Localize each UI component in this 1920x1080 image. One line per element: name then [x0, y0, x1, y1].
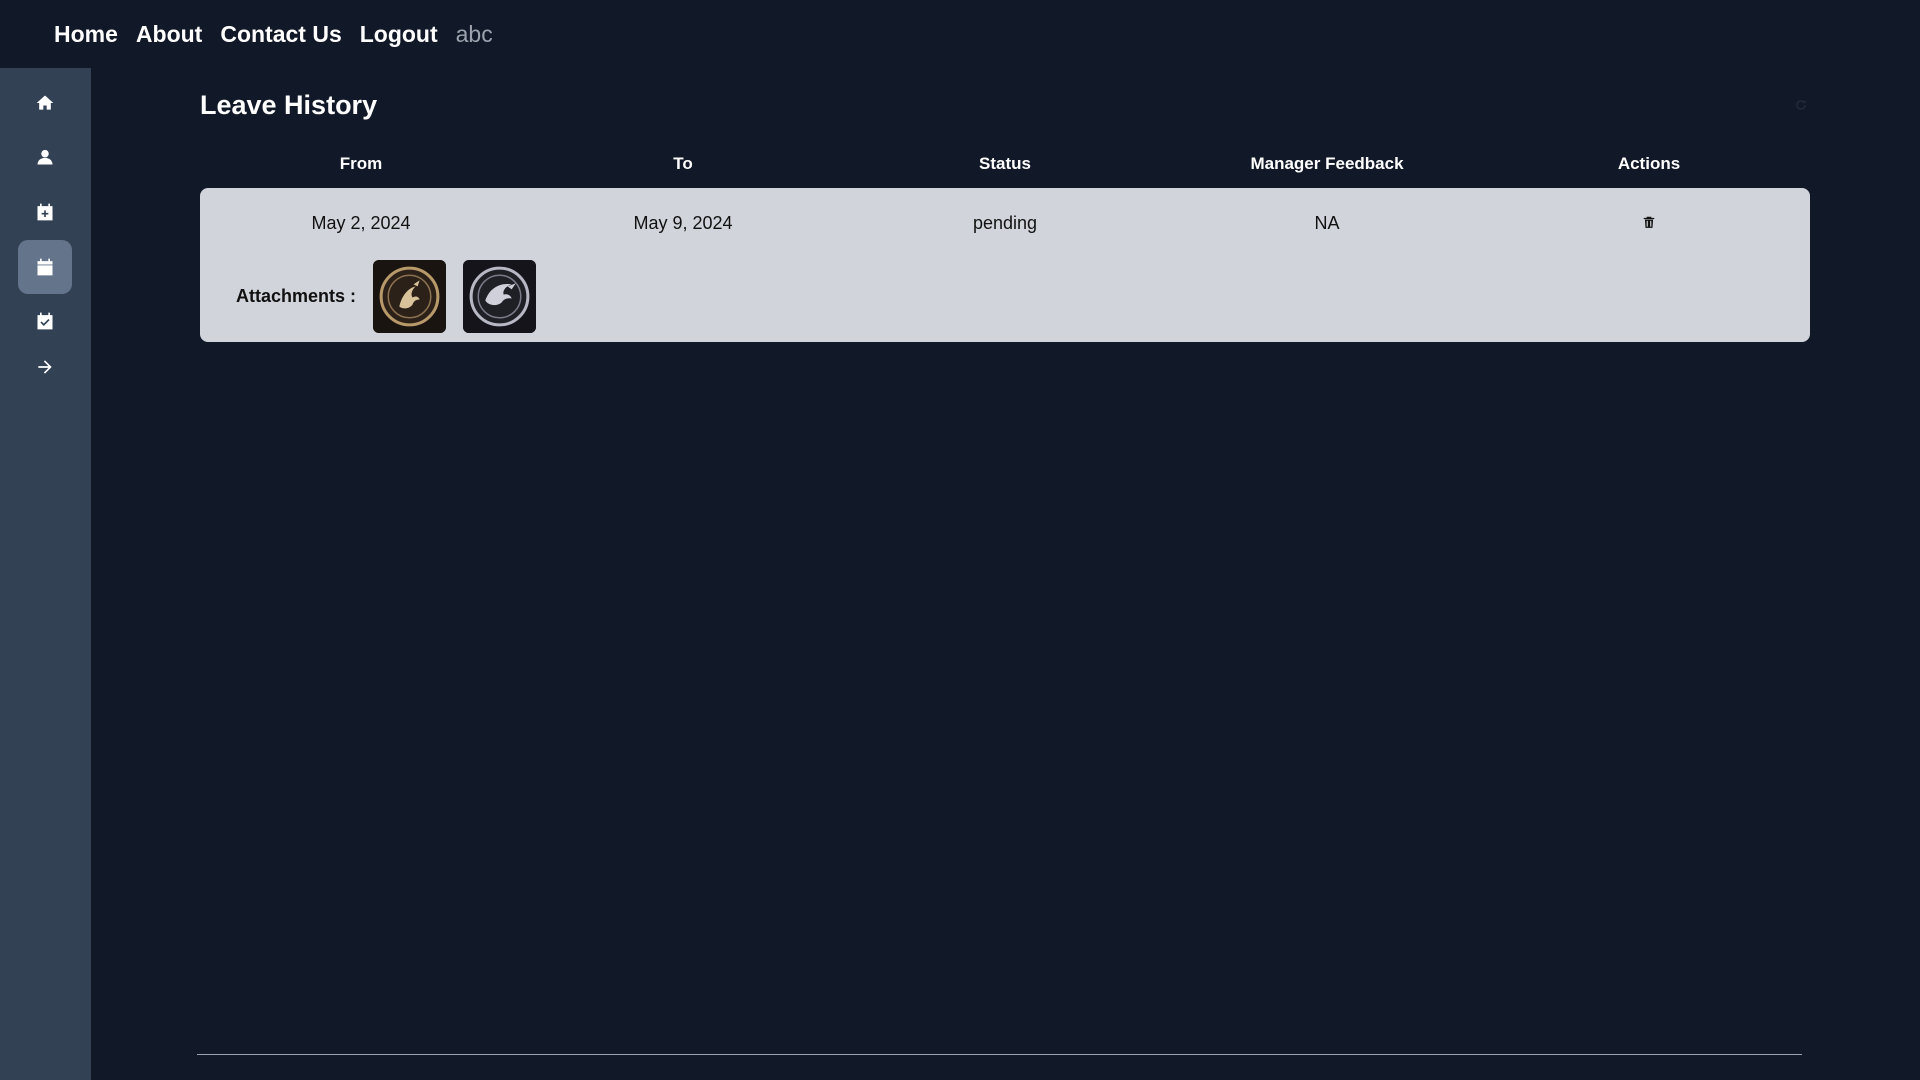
- column-header-actions: Actions: [1617, 154, 1681, 173]
- footer-divider: [197, 1054, 1802, 1055]
- leave-row: May 2, 2024 May 9, 2024 pending NA Attac…: [200, 188, 1810, 342]
- top-nav: Home About Contact Us Logout abc: [0, 0, 1920, 68]
- cell-status: pending: [972, 212, 1038, 233]
- nav-about-link[interactable]: About: [136, 21, 202, 48]
- column-header-feedback: Manager Feedback: [1250, 154, 1404, 173]
- home-icon: [36, 95, 54, 110]
- sidebar-item-apply-leave[interactable]: [18, 185, 72, 239]
- cell-from: May 2, 2024: [311, 212, 411, 233]
- refresh-button[interactable]: [1792, 96, 1810, 114]
- sidebar-item-leave-history[interactable]: [18, 240, 72, 294]
- sidebar-item-logout[interactable]: [18, 340, 72, 394]
- sidebar-item-home[interactable]: [18, 76, 72, 130]
- column-header-from: From: [339, 154, 383, 173]
- nav-logout-link[interactable]: Logout: [360, 21, 438, 48]
- main-content: Leave History From To Status Manager Fee…: [200, 68, 1810, 1080]
- attachments: Attachments :: [236, 260, 537, 333]
- nav-contact-link[interactable]: Contact Us: [220, 21, 341, 48]
- column-header-status: Status: [979, 154, 1031, 173]
- trash-icon: [1643, 216, 1655, 228]
- nav-home-link[interactable]: Home: [54, 21, 118, 48]
- sidebar: [0, 68, 91, 1080]
- calendar-icon: [37, 258, 53, 276]
- dragon-emblem-icon: [463, 260, 537, 333]
- sidebar-item-profile[interactable]: [18, 130, 72, 184]
- cell-actions: [1488, 212, 1810, 234]
- leave-row-cells: May 2, 2024 May 9, 2024 pending NA: [200, 208, 1810, 238]
- attachment-thumbnail-1[interactable]: [373, 260, 447, 333]
- delete-button[interactable]: [1639, 212, 1659, 232]
- calendar-check-icon: [37, 312, 53, 330]
- column-header-to: To: [673, 154, 693, 173]
- attachments-label: Attachments :: [236, 286, 357, 306]
- dragon-emblem-icon: [373, 260, 447, 333]
- table-header: From To Status Manager Feedback Actions: [200, 144, 1810, 184]
- username-label: abc: [455, 20, 493, 47]
- calendar-plus-icon: [37, 203, 53, 221]
- cell-feedback: NA: [1314, 212, 1340, 233]
- cell-to: May 9, 2024: [633, 212, 733, 233]
- user-icon: [37, 149, 53, 165]
- attachment-thumbnail-2[interactable]: [463, 260, 537, 333]
- refresh-icon: [1796, 99, 1806, 110]
- arrow-right-icon: [38, 360, 52, 374]
- page-title: Leave History: [200, 90, 378, 120]
